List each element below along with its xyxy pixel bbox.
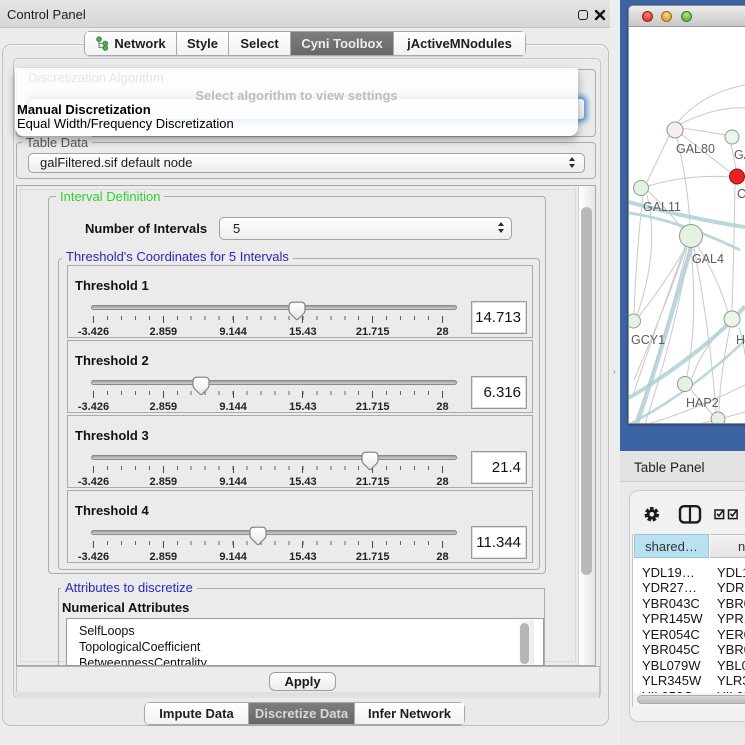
svg-text:GAL11: GAL11 xyxy=(643,200,681,214)
svg-text:C: C xyxy=(737,187,745,201)
svg-text:GAL80: GAL80 xyxy=(676,142,715,156)
svg-text:HAP2: HAP2 xyxy=(686,396,719,410)
svg-text:GAL4: GAL4 xyxy=(692,252,724,266)
svg-text:H: H xyxy=(736,333,745,347)
svg-text:GCY1: GCY1 xyxy=(631,333,665,347)
svg-text:GA: GA xyxy=(734,148,745,162)
